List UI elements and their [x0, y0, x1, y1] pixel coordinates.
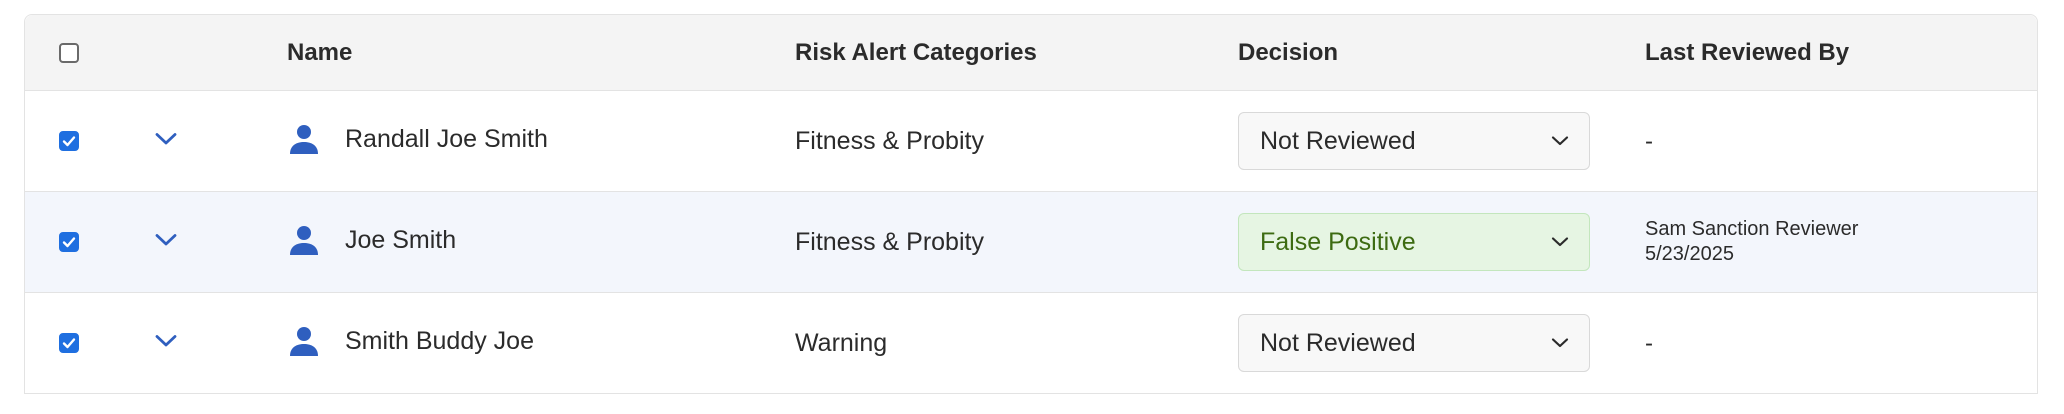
table-row: Randall Joe Smith Fitness & Probity Not … — [25, 91, 2037, 192]
last-reviewed-by: - — [1645, 329, 1653, 357]
chevron-down-icon — [1551, 338, 1569, 348]
risk-alerts-table: Name Risk Alert Categories Decision Last… — [24, 14, 2038, 394]
column-header-decision[interactable]: Decision — [1238, 15, 1338, 90]
row-select-cell — [59, 293, 79, 393]
last-reviewed-cell: Sam Sanction Reviewer 5/23/2025 — [1645, 192, 1858, 292]
risk-category: Warning — [795, 328, 888, 357]
select-all-checkbox[interactable] — [59, 42, 79, 63]
person-name: Joe Smith — [345, 225, 457, 254]
last-reviewed-cell: - — [1645, 293, 1653, 393]
decision-cell: False Positive — [1238, 192, 1590, 292]
name-cell: Joe Smith — [287, 192, 456, 292]
decision-select[interactable]: Not Reviewed — [1238, 112, 1590, 170]
table-row: Joe Smith Fitness & Probity False Positi… — [25, 192, 2037, 293]
row-checkbox[interactable] — [59, 333, 79, 353]
chevron-down-icon — [155, 133, 177, 145]
table-row: Smith Buddy Joe Warning Not Reviewed - — [25, 293, 2037, 394]
person-icon — [287, 324, 321, 358]
row-select-cell — [59, 91, 79, 191]
row-checkbox[interactable] — [59, 131, 79, 151]
person-name: Smith Buddy Joe — [345, 326, 534, 355]
decision-select-value: Not Reviewed — [1260, 126, 1416, 155]
column-header-name[interactable]: Name — [287, 15, 352, 90]
person-icon — [287, 223, 321, 257]
row-expand-cell — [151, 91, 181, 191]
checkmark-icon — [62, 237, 76, 248]
last-reviewed-date: 5/23/2025 — [1645, 243, 1734, 265]
risk-category: Fitness & Probity — [795, 126, 984, 155]
decision-select-value: Not Reviewed — [1260, 328, 1416, 357]
decision-cell: Not Reviewed — [1238, 91, 1590, 191]
last-reviewed-by: - — [1645, 127, 1653, 155]
decision-select-value: False Positive — [1260, 227, 1416, 256]
last-reviewed-cell: - — [1645, 91, 1653, 191]
checkmark-icon — [62, 136, 76, 147]
decision-select[interactable]: False Positive — [1238, 213, 1590, 271]
decision-select[interactable]: Not Reviewed — [1238, 314, 1590, 372]
row-expand-button[interactable] — [151, 124, 181, 154]
last-reviewed-by: Sam Sanction Reviewer — [1645, 218, 1859, 240]
checkmark-icon — [62, 338, 76, 349]
chevron-down-icon — [155, 234, 177, 246]
row-expand-cell — [151, 293, 181, 393]
name-cell: Smith Buddy Joe — [287, 293, 534, 393]
chevron-down-icon — [1551, 136, 1569, 146]
person-name: Randall Joe Smith — [345, 124, 548, 153]
table-header: Name Risk Alert Categories Decision Last… — [25, 15, 2037, 91]
chevron-down-icon — [155, 335, 177, 347]
row-expand-cell — [151, 192, 181, 292]
row-checkbox[interactable] — [59, 232, 79, 252]
chevron-down-icon — [1551, 237, 1569, 247]
select-all-cell — [59, 15, 79, 90]
row-select-cell — [59, 192, 79, 292]
name-cell: Randall Joe Smith — [287, 91, 548, 191]
risk-category: Fitness & Probity — [795, 227, 984, 256]
column-header-risk-alert-categories[interactable]: Risk Alert Categories — [795, 15, 1037, 90]
person-icon — [287, 122, 321, 156]
row-expand-button[interactable] — [151, 225, 181, 255]
column-header-last-reviewed-by[interactable]: Last Reviewed By — [1645, 15, 1849, 90]
decision-cell: Not Reviewed — [1238, 293, 1590, 393]
row-expand-button[interactable] — [151, 326, 181, 356]
